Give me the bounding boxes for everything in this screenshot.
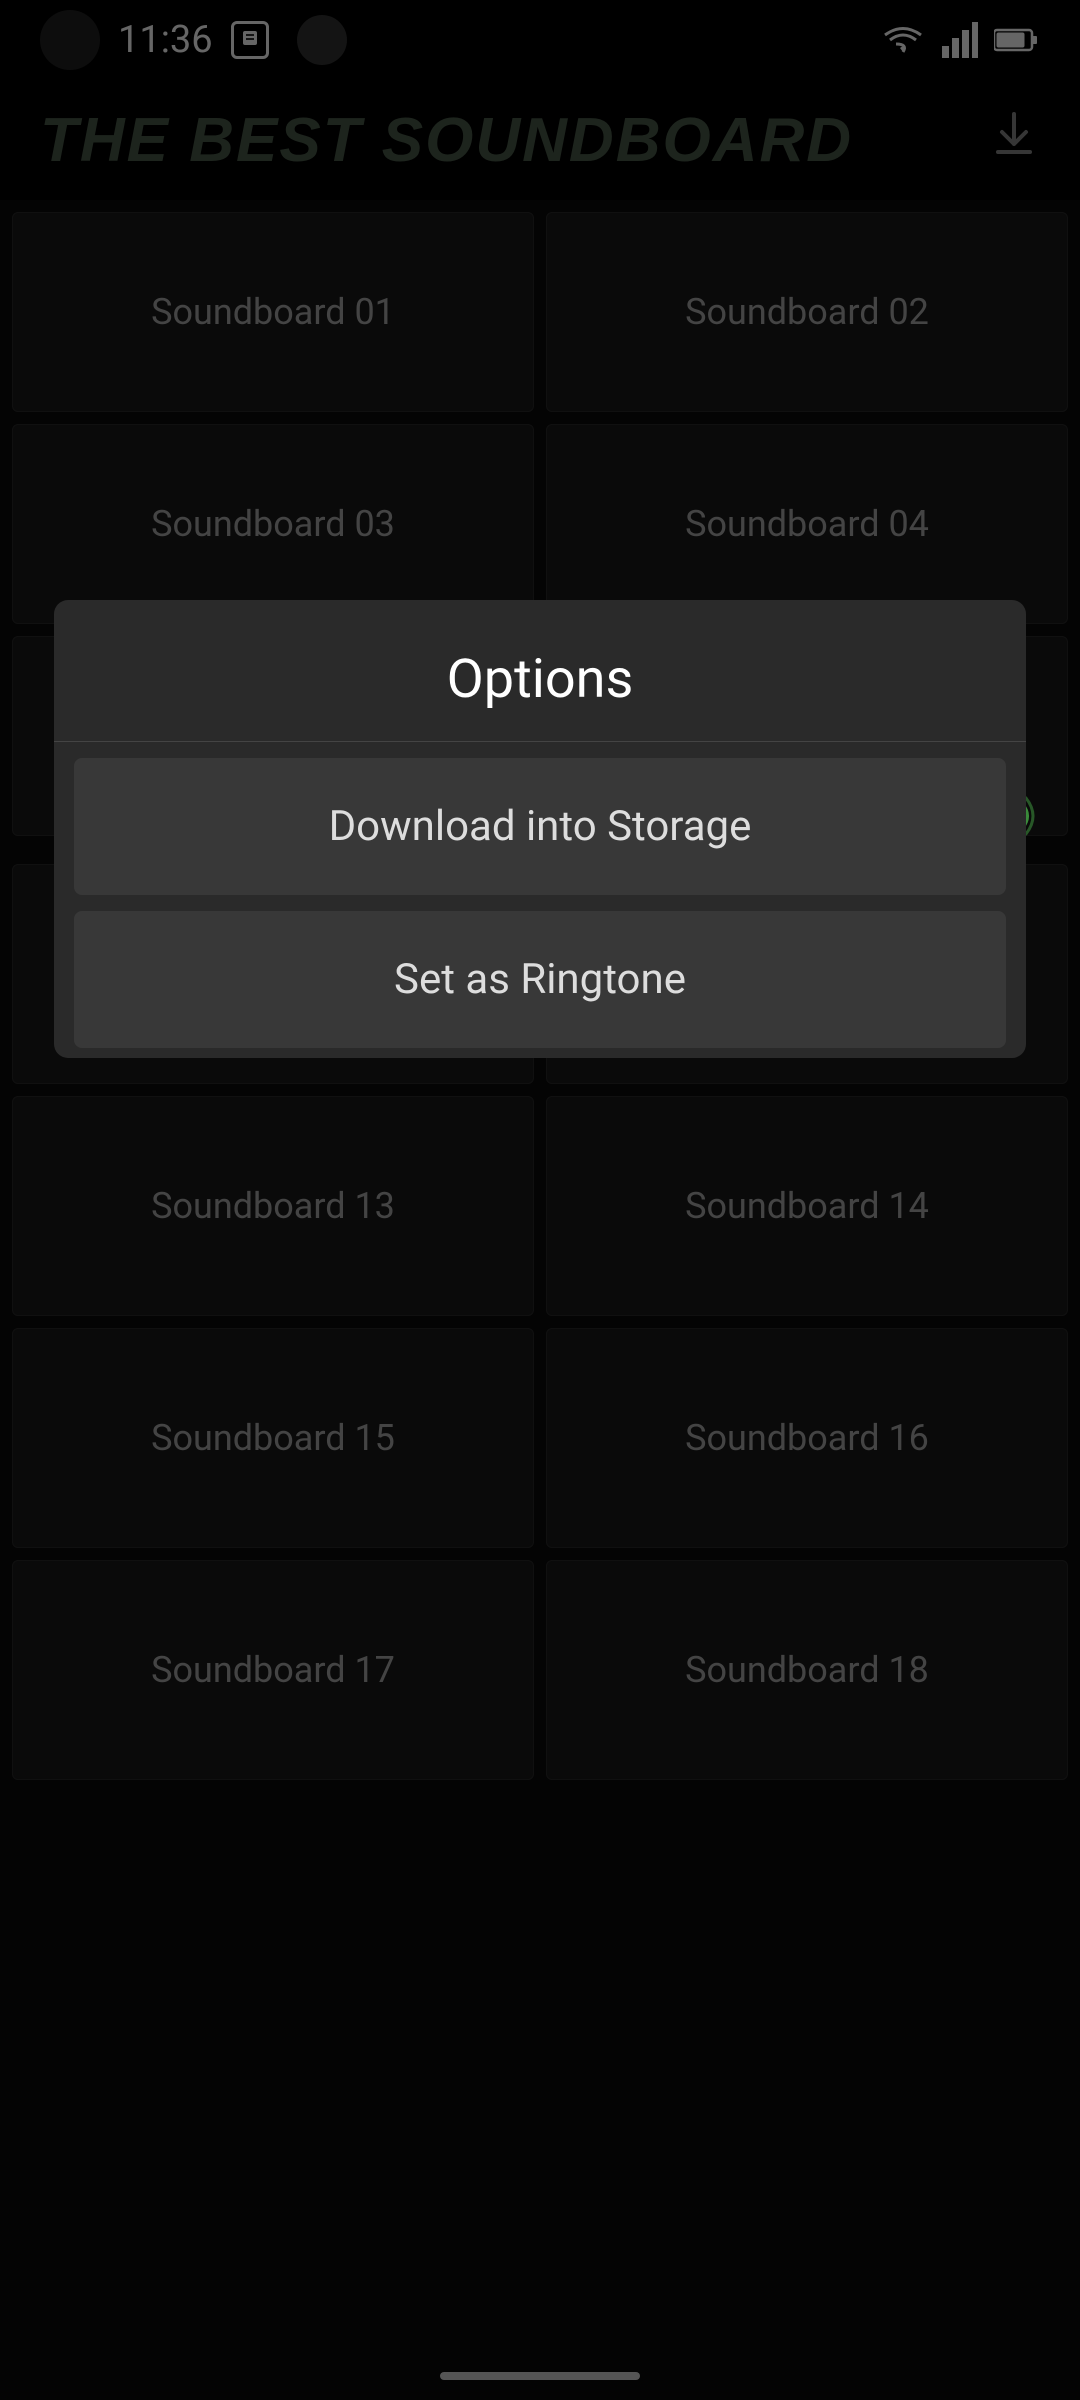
set-ringtone-button[interactable]: Set as Ringtone: [74, 911, 1006, 1048]
modal-overlay[interactable]: [0, 0, 1080, 2400]
modal-title: Options: [447, 648, 634, 711]
modal-title-area: Options: [54, 600, 1026, 742]
modal-content: Options Download into Storage Set as Rin…: [54, 600, 1026, 1058]
download-storage-button[interactable]: Download into Storage: [74, 758, 1006, 895]
options-modal: Options Download into Storage Set as Rin…: [0, 600, 1080, 1058]
home-indicator: [440, 2372, 640, 2380]
